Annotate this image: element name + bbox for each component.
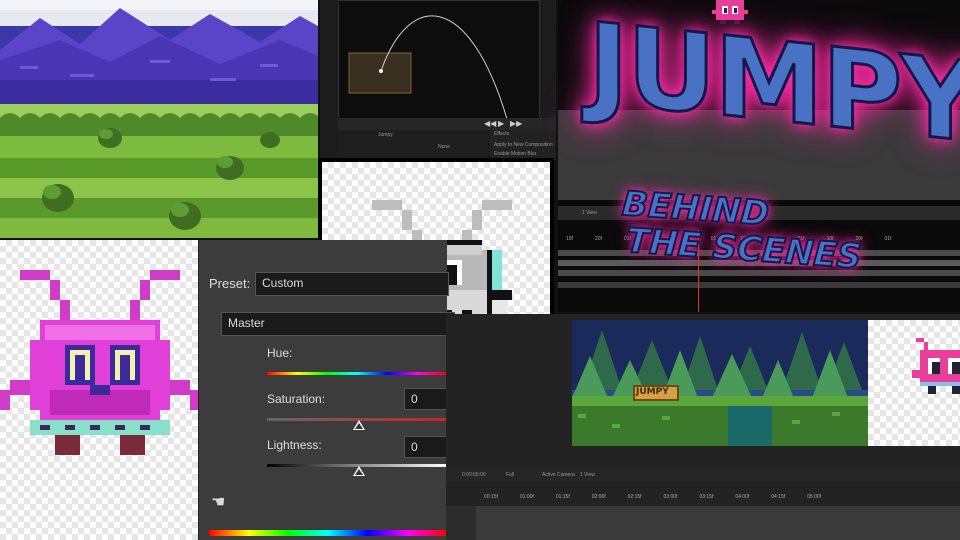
motion-path-panel: ▶ ▶▶ ◀◀ Jumpy None Effects Apply to New …	[320, 0, 556, 160]
timecode-display[interactable]: 0:00:00:00	[462, 472, 486, 478]
hue-saturation-dialog: Preset: Custom Master Hue: Saturation: 0…	[198, 240, 455, 540]
magenta-character-panel	[0, 240, 200, 540]
track-bar[interactable]	[558, 270, 960, 276]
camera-select[interactable]: Active Camera	[542, 472, 575, 478]
preset-label: Preset:	[209, 276, 251, 291]
hand-tool-icon[interactable]: ☚	[211, 492, 225, 512]
layer-name[interactable]: Jumpy	[378, 132, 393, 138]
bottom-track-area[interactable]	[476, 506, 960, 540]
motion-blur-option[interactable]: Enable Motion Blur	[494, 151, 536, 157]
motion-path-curve	[348, 15, 508, 120]
saturation-label: Saturation:	[267, 392, 326, 406]
magenta-character-sprite	[0, 270, 200, 455]
forest-level-art	[572, 320, 868, 446]
apply-new-comp-option[interactable]: Apply to New Composition	[494, 142, 553, 148]
lightness-slider-thumb[interactable]	[353, 466, 365, 476]
viewer-toolbar: ▶ ▶▶ ◀◀	[338, 118, 556, 130]
saturation-slider-thumb[interactable]	[353, 420, 365, 430]
pink-character-sprite	[912, 338, 960, 394]
level-editor-panel: JUMPY 0:00:00:00 Full Active Camera 1 Vi…	[446, 314, 960, 540]
step-forward-icon[interactable]: ▶▶	[510, 119, 522, 128]
bottom-timeline-toolbar: 0:00:00:00 Full Active Camera 1 View	[446, 468, 960, 482]
effects-label: Effects	[494, 131, 510, 137]
landscape-panel	[0, 0, 318, 238]
landscape-art	[0, 0, 318, 238]
color-spectrum-bar	[209, 530, 447, 536]
zoom-select[interactable]: Full	[506, 472, 514, 478]
lightness-value: 0	[411, 440, 418, 454]
hue-label: Hue:	[267, 346, 293, 360]
bottom-time-ruler[interactable]: 00:15f 01:00f 01:15f 02:00f 02:15f 03:00f 03:1…	[476, 494, 960, 504]
play-icon[interactable]: ▶	[498, 119, 504, 128]
lightness-input[interactable]: 0	[404, 436, 448, 458]
view-select[interactable]: 1 View	[582, 210, 597, 216]
channel-dropdown[interactable]: Master	[221, 312, 455, 336]
parent-value[interactable]: None	[438, 144, 450, 150]
saturation-value: 0	[411, 392, 418, 406]
comp-viewer[interactable]	[338, 0, 540, 120]
effects-panel: Effects Apply to New Composition Enable …	[490, 130, 556, 160]
bottom-layer-list	[446, 506, 476, 540]
lightness-label: Lightness:	[267, 438, 322, 452]
layer-panel: Jumpy None	[338, 130, 488, 160]
track-bar[interactable]	[558, 282, 960, 288]
preset-dropdown[interactable]: Custom	[255, 272, 449, 296]
sprite-sheet-preview	[868, 320, 960, 446]
preset-value: Custom	[262, 276, 304, 290]
saturation-input[interactable]: 0	[404, 388, 448, 410]
game-sign-text: JUMPY	[636, 387, 669, 397]
hue-slider[interactable]	[267, 372, 447, 375]
step-back-icon[interactable]: ◀◀	[484, 119, 496, 128]
channel-value: Master	[228, 316, 265, 330]
level-preview: JUMPY	[572, 320, 868, 446]
view-count-select[interactable]: 1 View	[580, 472, 595, 478]
